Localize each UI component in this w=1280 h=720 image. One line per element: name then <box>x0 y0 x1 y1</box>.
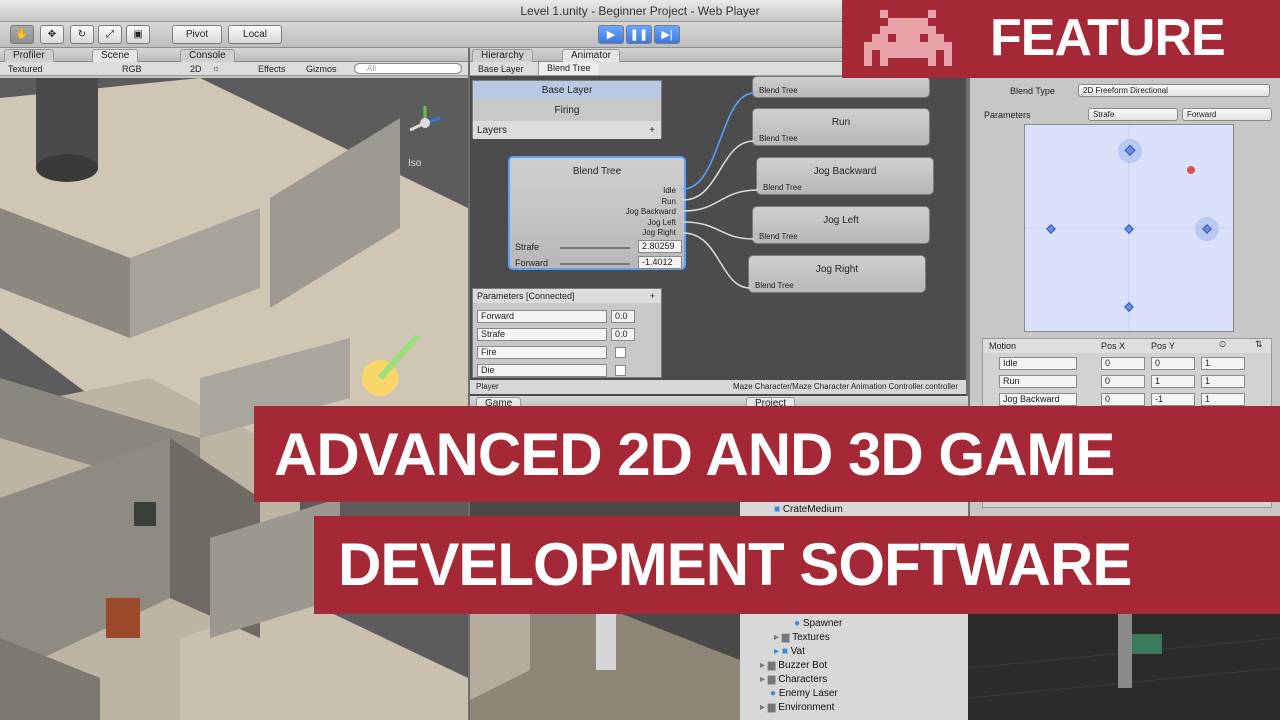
scene-panel: Profiler Scene Console Textured RGB 2D ☼… <box>0 48 468 720</box>
projection-label: Iso <box>408 158 422 169</box>
headline-line-1: ADVANCED 2D AND 3D GAME <box>254 406 1280 502</box>
search-placeholder: All <box>367 64 376 73</box>
param-y-dropdown[interactable]: Forward <box>1182 108 1272 121</box>
local-toggle[interactable]: Local <box>228 25 282 44</box>
blend-space-graph[interactable] <box>1024 124 1234 332</box>
headline-line-2: DEVELOPMENT SOFTWARE <box>314 516 1280 614</box>
headline-text-2: DEVELOPMENT SOFTWARE <box>338 531 1132 598</box>
parameters-label: Parameters <box>984 110 1031 120</box>
space-invader-icon <box>864 10 952 66</box>
mirror-icon: ⇅ <box>1255 339 1263 349</box>
folder-icon: ▸ ▆ <box>760 660 779 671</box>
project-item-characters[interactable]: ▸ ▆ Characters <box>760 674 827 685</box>
param-row-die[interactable]: Die <box>477 361 626 379</box>
feature-label: FEATURE <box>990 9 1226 67</box>
animator-footer: Player Maze Character/Maze Character Ani… <box>470 380 966 394</box>
play-button[interactable]: ▶ <box>598 25 624 44</box>
2d-toggle[interactable]: 2D <box>190 64 202 74</box>
scene-controlbar: Textured RGB 2D ☼ Effects Gizmos All <box>0 62 468 76</box>
pivot-label: Pivot <box>185 29 209 40</box>
gizmos-dropdown[interactable]: Gizmos <box>306 64 337 74</box>
shading-dropdown[interactable]: Textured <box>8 64 43 74</box>
local-label: Local <box>243 29 267 40</box>
blend-type-dropdown[interactable]: 2D Freeform Directional <box>1078 84 1270 97</box>
light-icon[interactable]: ☼ <box>212 63 220 73</box>
scale-tool-icon[interactable]: ⤢ <box>98 25 122 44</box>
folder-icon: ▸ ▆ <box>760 674 779 685</box>
motion-row[interactable]: Run 0 1 1 <box>987 375 1269 391</box>
param-row-strafe[interactable]: Strafe 0.0 <box>477 325 635 343</box>
project-item-textures[interactable]: ▸ ▆ Textures <box>774 632 830 643</box>
tab-console[interactable]: Console <box>180 49 235 62</box>
prefab-icon: ● <box>794 618 803 629</box>
motion-row[interactable]: Idle 0 0 1 <box>987 357 1269 373</box>
add-parameter-icon[interactable]: + <box>650 291 655 301</box>
footer-controller-path: Maze Character/Maze Character Animation … <box>733 382 958 391</box>
pause-button[interactable]: ❚❚ <box>626 25 652 44</box>
animator-panel: Hierarchy Animator Base Layer Blend Tree… <box>470 48 966 396</box>
feature-banner: FEATURE <box>842 0 1280 78</box>
prefab-icon: ● <box>770 688 779 699</box>
blend-type-label: Blend Type <box>1010 86 1055 96</box>
scene-viewport[interactable]: Iso <box>0 78 468 720</box>
prefab-icon: ▸ ■ <box>774 646 791 657</box>
project-item-enemy-laser[interactable]: ● Enemy Laser <box>770 688 838 699</box>
tab-scene[interactable]: Scene <box>92 49 139 62</box>
scene-search-input[interactable]: All <box>354 63 462 74</box>
tab-profiler[interactable]: Profiler <box>4 49 54 62</box>
die-checkbox[interactable] <box>615 364 626 376</box>
project-item-cratemedium[interactable]: ■ CrateMedium <box>774 504 843 515</box>
param-row-forward[interactable]: Forward 0.0 <box>477 307 635 325</box>
folder-icon: ▸ ▆ <box>760 702 779 713</box>
rotate-tool-icon[interactable]: ↻ <box>70 25 94 44</box>
pivot-toggle[interactable]: Pivot <box>172 25 222 44</box>
headline-text-1: ADVANCED 2D AND 3D GAME <box>274 421 1115 488</box>
project-item-environment[interactable]: ▸ ▆ Environment <box>760 702 834 713</box>
move-tool-icon[interactable]: ✥ <box>40 25 64 44</box>
param-row-fire[interactable]: Fire <box>477 343 626 361</box>
render-mode-dropdown[interactable]: RGB <box>122 64 142 74</box>
folder-icon: ▸ ▆ <box>774 632 793 643</box>
effects-dropdown[interactable]: Effects <box>258 64 285 74</box>
footer-player: Player <box>476 382 499 391</box>
blend-space-points <box>1025 125 1233 331</box>
param-x-dropdown[interactable]: Strafe <box>1088 108 1178 121</box>
motion-list-header: Motion Pos X Pos Y ⏲ ⇅ <box>983 339 1271 353</box>
project-item-buzzer-bot[interactable]: ▸ ▆ Buzzer Bot <box>760 660 827 671</box>
rect-tool-icon[interactable]: ▣ <box>126 25 150 44</box>
step-button[interactable]: ▶| <box>654 25 680 44</box>
level-geometry: Iso <box>0 78 468 720</box>
parameters-header: Parameters [Connected] + <box>473 289 661 303</box>
prefab-icon: ■ <box>774 504 783 515</box>
clock-icon: ⏲ <box>1219 339 1227 349</box>
hand-tool-icon[interactable]: ✋ <box>10 25 34 44</box>
fire-checkbox[interactable] <box>615 346 626 358</box>
parameters-list: Parameters [Connected] + Forward 0.0 Straf… <box>472 288 662 378</box>
project-item-vat[interactable]: ▸ ■ Vat <box>774 646 805 657</box>
scene-tabbar: Profiler Scene Console <box>0 48 468 62</box>
project-item-spawner[interactable]: ● Spawner <box>794 618 842 629</box>
